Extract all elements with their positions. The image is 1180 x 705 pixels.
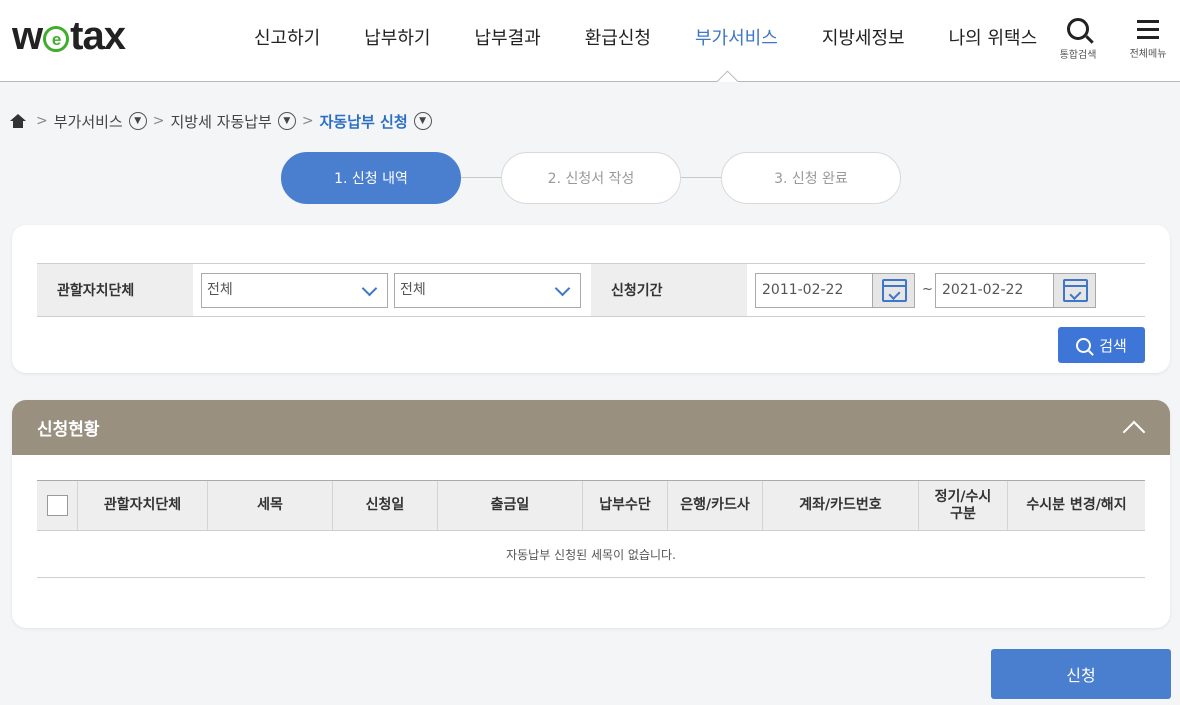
home-icon[interactable] [10,114,26,128]
column-header-change-cancel: 수시분 변경/해지 [1026,497,1127,514]
date-to-calendar-button[interactable] [1053,273,1096,308]
breadcrumb-separator-icon: > [152,113,165,129]
empty-table-message: 자동납부 신청된 세목이 없습니다. [37,531,1145,578]
full-menu-button[interactable]: 전체메뉴 [1120,16,1176,60]
step-1-application-history: 1. 신청 내역 [281,152,461,204]
date-to-input[interactable]: 2021-02-22 [935,273,1054,308]
search-icon [1067,18,1089,40]
step-indicator: 1. 신청 내역 2. 신청서 작성 3. 신청 완료 [281,152,901,204]
chevron-down-icon[interactable]: ▼ [277,112,296,130]
region-select-secondary-value: 전체 [400,282,426,298]
region-label: 관할자치단체 [37,264,193,316]
full-menu-label: 전체메뉴 [1129,49,1167,60]
integrated-search-label: 통합검색 [1059,50,1097,61]
search-button[interactable]: 검색 [1058,327,1145,363]
breadcrumb-separator-icon: > [36,113,48,129]
nav-item-payment-result[interactable]: 납부결과 [453,0,563,80]
column-header-bank-card: 은행/카드사 [668,481,763,530]
nav-item-file[interactable]: 신고하기 [232,0,342,80]
breadcrumb-item-current[interactable]: 자동납부 신청 [320,111,408,132]
status-panel-header: 신청현황 [12,400,1170,455]
calendar-icon [1063,279,1088,302]
column-header-region: 관할자치단체 [78,481,208,530]
region-select-primary-value: 전체 [207,282,233,298]
region-select-primary[interactable]: 전체 [201,273,388,308]
select-all-checkbox[interactable] [46,495,68,516]
breadcrumb-item-additional-services[interactable]: 부가서비스 [54,111,123,132]
active-nav-indicator [716,69,738,82]
site-header: w e tax 신고하기 납부하기 납부결과 환급신청 부가서비스 지방세정보 … [0,0,1180,82]
column-header-application-date: 신청일 [333,481,438,530]
chevron-down-icon[interactable]: ▼ [413,112,432,130]
status-table-header: 관할자치단체 세목 신청일 출금일 납부수단 은행/카드사 계좌/카드번호 정기… [37,480,1145,531]
nav-item-refund[interactable]: 환급신청 [563,0,673,80]
apply-button[interactable]: 신청 [991,649,1171,699]
date-from-input[interactable]: 2011-02-22 [755,273,873,308]
column-header-regular-adhoc: 정기/수시 구분 [919,481,1008,530]
region-select-cell: 전체 전체 [193,264,591,316]
breadcrumb-item-auto-payment[interactable]: 지방세 자동납부 [170,111,271,132]
calendar-icon [882,279,907,302]
chevron-down-icon[interactable]: ▼ [128,112,147,130]
chevron-down-icon [554,280,571,297]
chevron-down-icon [361,280,378,297]
nav-item-my-wetax[interactable]: 나의 위택스 [927,0,1060,80]
nav-item-additional-services[interactable]: 부가서비스 [673,0,800,80]
logo-e-mark: e [43,26,70,52]
column-header-tax-item: 세목 [208,481,333,530]
select-all-cell [37,481,78,530]
search-panel: 관할자치단체 전체 전체 신청기간 2011-02-22 ~ 2021-02-2… [12,225,1170,373]
period-label: 신청기간 [591,264,747,316]
column-header-account-card-number: 계좌/카드번호 [763,481,919,530]
step-3-complete: 3. 신청 완료 [721,152,901,204]
search-icon [1076,337,1092,353]
nav-item-pay[interactable]: 납부하기 [342,0,452,80]
column-header-withdrawal-date: 출금일 [438,481,583,530]
step-connector [681,177,721,178]
logo-text-w: w [12,14,43,58]
breadcrumb: > 부가서비스 ▼ > 지방세 자동납부 ▼ > 자동납부 신청 ▼ [10,109,432,133]
filter-row: 관할자치단체 전체 전체 신청기간 2011-02-22 ~ 2021-02-2… [37,263,1145,317]
period-cell: 2011-02-22 ~ 2021-02-22 [747,264,1145,316]
application-status-panel: 신청현황 관할자치단체 세목 신청일 출금일 납부수단 은행/카드사 계좌/카드… [12,400,1170,628]
date-range-tilde: ~ [922,282,933,297]
step-2-write-application: 2. 신청서 작성 [501,152,681,204]
main-nav: 신고하기 납부하기 납부결과 환급신청 부가서비스 지방세정보 나의 위택스 [232,0,1059,80]
nav-item-local-tax-info[interactable]: 지방세정보 [800,0,927,80]
chevron-up-icon[interactable] [1120,416,1148,440]
step-connector [461,177,501,178]
status-panel-title: 신청현황 [37,420,100,440]
region-select-secondary[interactable]: 전체 [394,273,581,308]
integrated-search-button[interactable]: 통합검색 [1050,16,1106,61]
wetax-logo[interactable]: w e tax [12,14,126,58]
breadcrumb-separator-icon: > [301,113,314,129]
hamburger-menu-icon [1137,20,1159,39]
logo-text-tax: tax [70,14,126,58]
date-from-calendar-button[interactable] [872,273,915,308]
search-button-label: 검색 [1099,336,1127,355]
column-header-payment-method: 납부수단 [583,481,668,530]
